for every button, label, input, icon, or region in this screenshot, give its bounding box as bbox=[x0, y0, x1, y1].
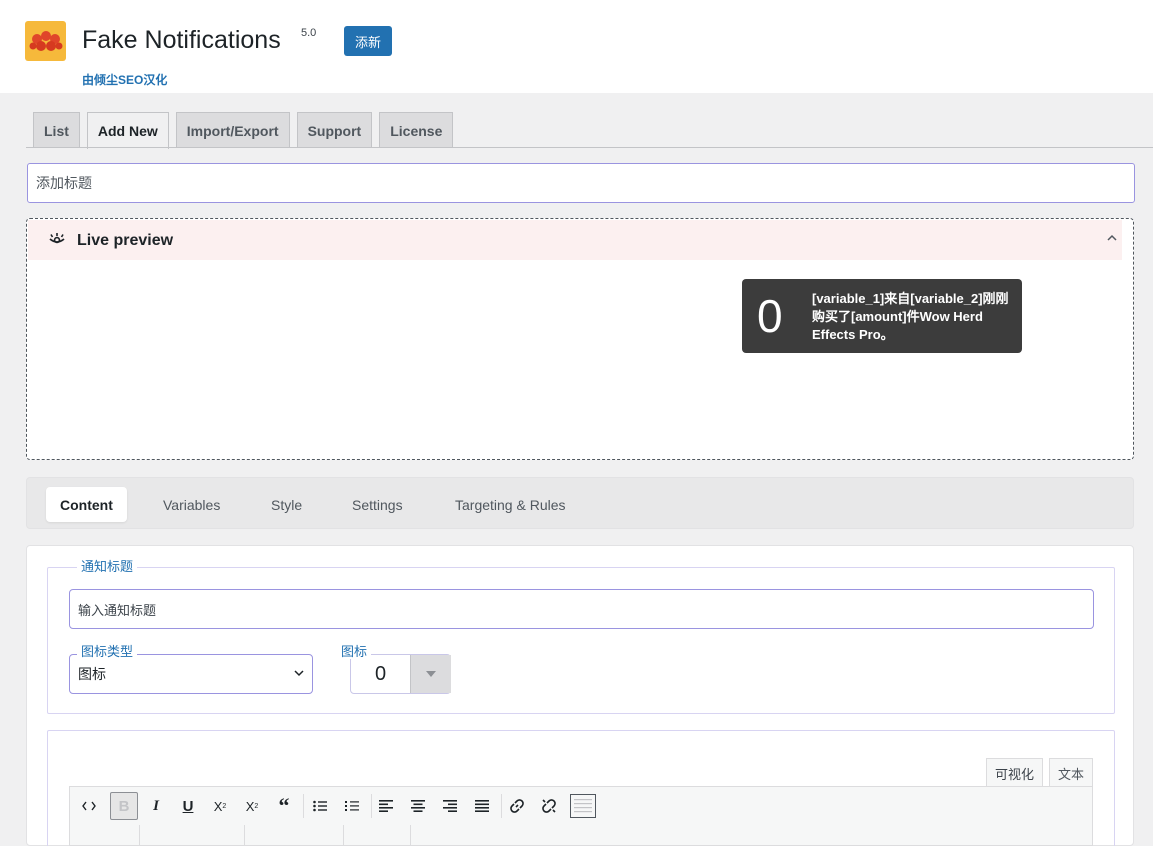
logo-icon bbox=[29, 31, 62, 51]
unlink-icon[interactable] bbox=[535, 792, 563, 820]
chevron-down-icon bbox=[294, 670, 304, 677]
tab-list[interactable]: List bbox=[33, 112, 80, 148]
notification-fields: 通知标题 输入通知标题 图标 图标类型 0 图标 bbox=[47, 560, 1115, 714]
subscript-icon[interactable]: X2 bbox=[206, 792, 234, 820]
title-input[interactable] bbox=[27, 163, 1135, 203]
subtab-settings[interactable]: Settings bbox=[338, 487, 417, 522]
credit-link[interactable]: 由倾尘SEO汉化 bbox=[82, 71, 167, 88]
icon-type-value: 图标 bbox=[78, 666, 106, 682]
toolbar-separator bbox=[139, 825, 140, 846]
plugin-header: Fake Notifications 5.0 添新 由倾尘SEO汉化 bbox=[0, 0, 1153, 93]
icon-picker-dropdown[interactable] bbox=[410, 655, 451, 693]
toolbar-separator bbox=[303, 794, 304, 818]
content-card: 通知标题 输入通知标题 图标 图标类型 0 图标 可视化 文本 B I U X … bbox=[26, 545, 1134, 846]
add-new-button[interactable]: 添新 bbox=[344, 26, 392, 56]
plugin-logo bbox=[25, 21, 66, 61]
tab-license[interactable]: License bbox=[379, 112, 454, 148]
tabs-divider bbox=[26, 147, 1153, 148]
notification-title-legend: 通知标题 bbox=[77, 560, 138, 574]
tab-support[interactable]: Support bbox=[296, 112, 373, 148]
icon-picker-value: 0 bbox=[375, 663, 387, 685]
icon-picker[interactable]: 0 bbox=[350, 654, 451, 694]
blockquote-icon[interactable]: “ bbox=[270, 792, 298, 820]
icon-type-select[interactable]: 图标 bbox=[69, 654, 313, 694]
tab-add-new[interactable]: Add New bbox=[86, 112, 169, 149]
editor-toolbar: B I U X2 X2 “ bbox=[69, 786, 1093, 846]
toolbar-separator bbox=[410, 825, 411, 846]
underline-icon[interactable]: U bbox=[174, 792, 202, 820]
code-icon[interactable] bbox=[75, 792, 103, 820]
toolbar-separator bbox=[501, 794, 502, 818]
notification-icon: 0 bbox=[757, 290, 783, 342]
align-center-icon[interactable] bbox=[404, 792, 432, 820]
bold-icon[interactable]: B bbox=[110, 792, 138, 820]
icon-legend: 图标 bbox=[337, 645, 372, 659]
align-left-icon[interactable] bbox=[372, 792, 400, 820]
notification-preview: 0 [variable_1]来自[variable_2]刚刚购买了[amount… bbox=[742, 279, 1022, 353]
eye-icon bbox=[49, 233, 65, 244]
toolbar-toggle-icon[interactable] bbox=[569, 792, 597, 820]
superscript-icon[interactable]: X2 bbox=[238, 792, 266, 820]
notification-title-input[interactable]: 输入通知标题 bbox=[69, 589, 1094, 629]
link-icon[interactable] bbox=[503, 792, 531, 820]
live-preview-title: Live preview bbox=[77, 232, 174, 249]
caret-down-icon bbox=[426, 671, 436, 677]
chevron-up-icon[interactable] bbox=[1106, 232, 1118, 244]
italic-icon[interactable]: I bbox=[142, 792, 170, 820]
tab-import-export[interactable]: Import/Export bbox=[175, 112, 290, 148]
plugin-title: Fake Notifications bbox=[82, 26, 281, 54]
main-tabs: List Add New Import/Export Support Licen… bbox=[33, 112, 454, 149]
subtab-variables[interactable]: Variables bbox=[149, 487, 234, 522]
icon-type-legend: 图标类型 bbox=[77, 645, 138, 659]
settings-subnav: Content Variables Style Settings Targeti… bbox=[26, 477, 1134, 529]
tab-visual[interactable]: 可视化 bbox=[986, 758, 1044, 787]
plugin-version: 5.0 bbox=[301, 27, 317, 39]
align-right-icon[interactable] bbox=[436, 792, 464, 820]
editor-fieldset: 可视化 文本 B I U X2 X2 “ bbox=[47, 730, 1115, 846]
notification-title-placeholder: 输入通知标题 bbox=[78, 602, 157, 618]
live-preview-header[interactable]: Live preview bbox=[28, 220, 1122, 260]
bullet-list-icon[interactable] bbox=[306, 792, 334, 820]
toolbar-separator bbox=[244, 825, 245, 846]
toolbar-separator bbox=[343, 825, 344, 846]
tab-text[interactable]: 文本 bbox=[1049, 758, 1094, 787]
numbered-list-icon[interactable] bbox=[338, 792, 366, 820]
subtab-targeting-rules[interactable]: Targeting & Rules bbox=[441, 487, 580, 522]
notification-text: [variable_1]来自[variable_2]刚刚购买了[amount]件… bbox=[812, 291, 1009, 342]
subtab-content[interactable]: Content bbox=[46, 487, 127, 522]
subtab-style[interactable]: Style bbox=[257, 487, 316, 522]
align-justify-icon[interactable] bbox=[468, 792, 496, 820]
